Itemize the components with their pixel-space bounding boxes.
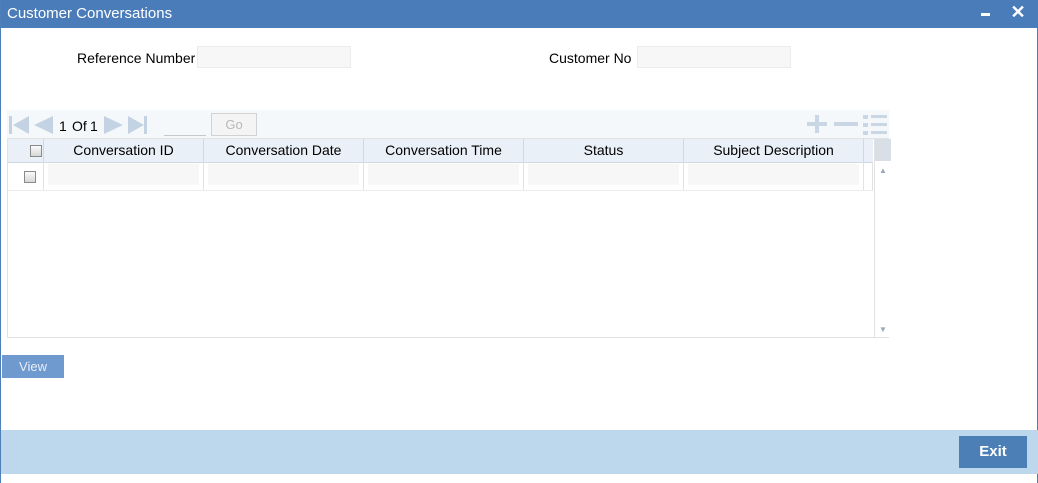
close-icon[interactable]: ✕ — [1007, 0, 1029, 24]
title-bar[interactable]: Customer Conversations ✕ — [1, 0, 1038, 28]
cell-conversation-time-value[interactable] — [368, 164, 519, 185]
window-title: Customer Conversations — [7, 5, 173, 22]
add-row-icon[interactable] — [805, 114, 829, 134]
scrollbar-header-cap — [875, 139, 891, 161]
grid-vertical-scrollbar[interactable]: ▲ ▼ — [874, 139, 891, 337]
next-page-icon[interactable] — [103, 115, 125, 135]
last-page-icon[interactable] — [127, 115, 149, 135]
go-button[interactable]: Go — [211, 113, 257, 136]
column-header-subject-description[interactable]: Subject Description — [683, 139, 863, 162]
single-view-icon[interactable] — [862, 114, 888, 136]
page-number-input[interactable] — [164, 113, 206, 136]
previous-page-icon[interactable] — [32, 115, 54, 135]
column-header-conversation-id[interactable]: Conversation ID — [43, 139, 203, 162]
customer-conversations-window: Customer Conversations ✕ Reference Numbe… — [0, 0, 1038, 483]
cell-subject-description-value[interactable] — [688, 164, 859, 185]
cell-subject-description[interactable] — [683, 162, 863, 190]
cell-conversation-id-value[interactable] — [48, 164, 199, 185]
first-page-icon[interactable] — [8, 115, 30, 135]
conversations-grid: Conversation ID Conversation Date Conver… — [7, 138, 891, 338]
minimize-icon[interactable] — [975, 0, 997, 24]
scroll-up-arrow-icon[interactable]: ▲ — [879, 166, 887, 175]
view-button[interactable]: View — [2, 355, 64, 378]
page-of-label: Of — [72, 118, 87, 134]
exit-button[interactable]: Exit — [959, 436, 1027, 468]
cell-conversation-date-value[interactable] — [208, 164, 359, 185]
reference-number-field[interactable] — [197, 46, 351, 68]
table-row[interactable] — [8, 162, 873, 191]
grid-header: Conversation ID Conversation Date Conver… — [8, 139, 873, 163]
cell-conversation-id[interactable] — [43, 162, 203, 190]
total-pages: 1 — [90, 118, 98, 134]
cell-spacer — [863, 162, 873, 190]
cell-conversation-date[interactable] — [203, 162, 363, 190]
footer-bar — [1, 430, 1038, 474]
cell-status-value[interactable] — [528, 164, 679, 185]
select-all-checkbox[interactable] — [30, 145, 42, 157]
customer-no-label: Customer No — [549, 50, 632, 66]
reference-number-label: Reference Number — [77, 50, 196, 66]
row-checkbox[interactable] — [24, 171, 36, 183]
cell-status[interactable] — [523, 162, 683, 190]
column-header-conversation-time[interactable]: Conversation Time — [363, 139, 523, 162]
column-header-status[interactable]: Status — [523, 139, 683, 162]
current-page: 1 — [59, 118, 67, 134]
cell-conversation-time[interactable] — [363, 162, 523, 190]
delete-row-icon[interactable] — [833, 114, 859, 134]
scroll-down-arrow-icon[interactable]: ▼ — [879, 325, 887, 334]
customer-no-field[interactable] — [637, 46, 791, 68]
column-header-spacer — [863, 139, 873, 162]
column-header-conversation-date[interactable]: Conversation Date — [203, 139, 363, 162]
